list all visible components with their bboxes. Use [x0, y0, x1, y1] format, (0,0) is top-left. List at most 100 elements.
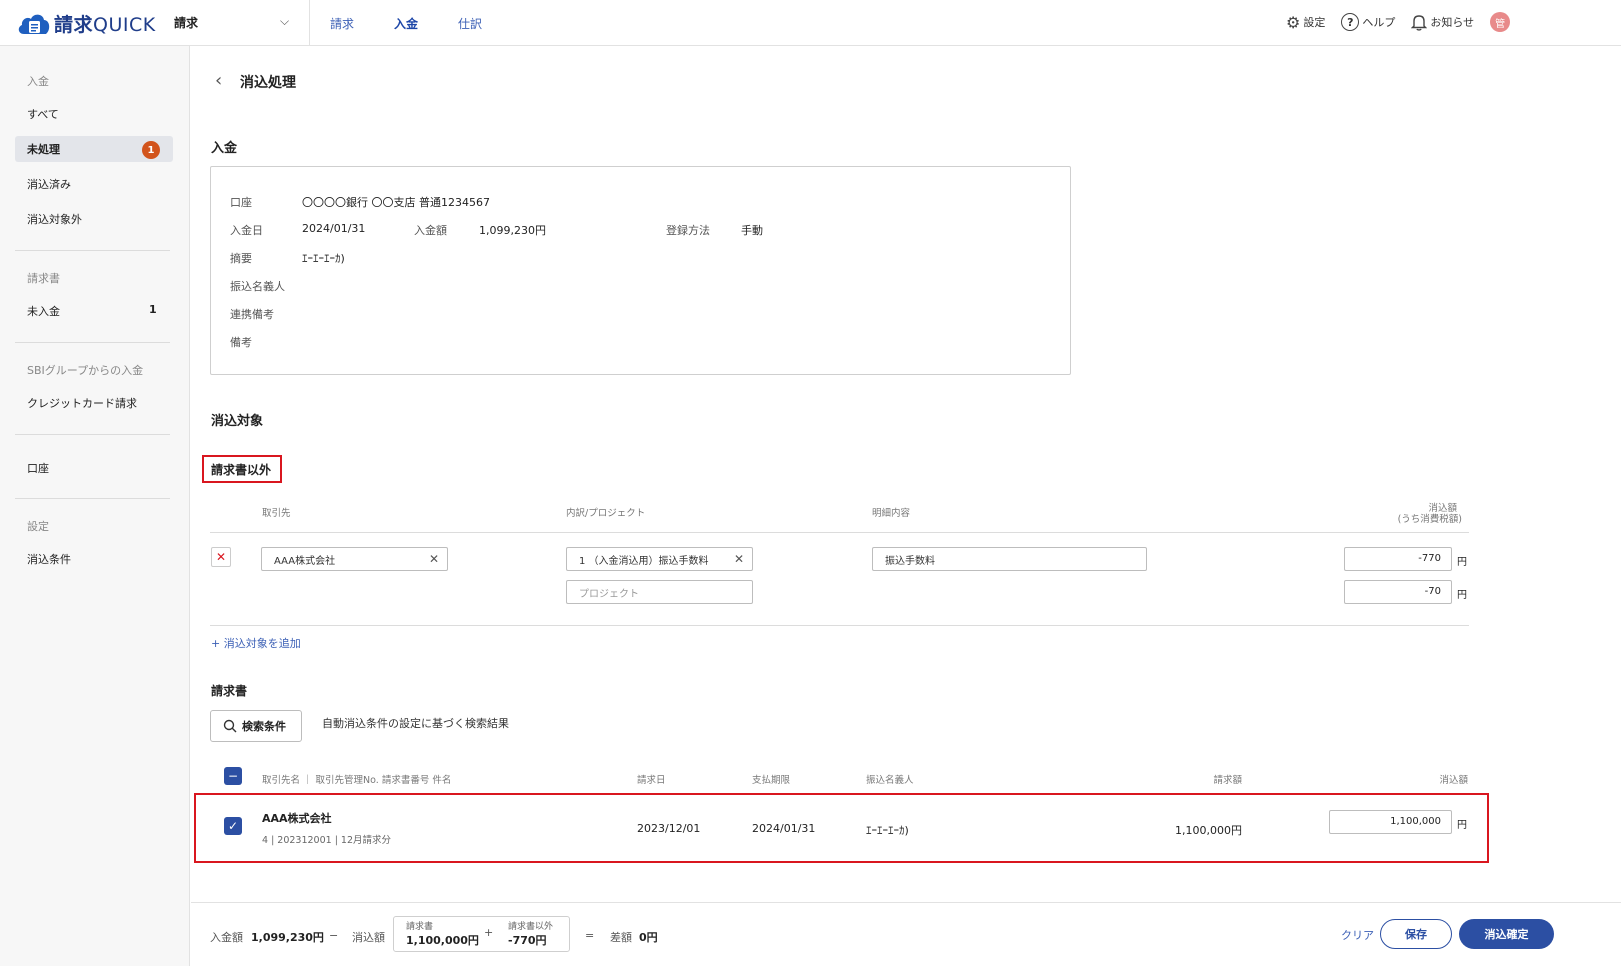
logo-text: 請求QUICK [54, 13, 156, 36]
sidebar-item-account[interactable]: 口座 [27, 460, 49, 476]
add-target-link[interactable]: + 消込対象を追加 [211, 635, 301, 651]
footer-deposit-label: 入金額 [210, 931, 243, 944]
breakdown-input[interactable]: 1 （入金消込用）振込手数料 ✕ [566, 547, 753, 571]
sidebar-head-sbi: SBIグループからの入金 [27, 364, 144, 377]
method-label: 登録方法 [666, 224, 710, 237]
payer-label: 振込名義人 [230, 280, 285, 293]
sidebar-item-all[interactable]: すべて [27, 106, 59, 122]
col-names: 取引先名 ｜ 取引先管理No. 請求書番号 件名 [262, 775, 452, 786]
tax-amount-input[interactable]: -70 [1344, 580, 1452, 604]
cloud-logo-icon [18, 14, 50, 34]
nav-deposit[interactable]: 入金 [394, 15, 458, 32]
sidebar-item-conditions[interactable]: 消込条件 [27, 551, 71, 567]
row-issue-date: 2023/12/01 [637, 822, 701, 835]
col-reconcile: 消込額 [1439, 775, 1468, 786]
sidebar-item-unpaid[interactable]: 未入金 [27, 303, 60, 319]
delete-row-button[interactable]: ✕ [211, 547, 231, 567]
settings-link[interactable]: ⚙ 設定 [1286, 13, 1325, 32]
method-value: 手動 [741, 224, 763, 237]
col-payer: 振込名義人 [866, 775, 914, 786]
app-logo[interactable]: 請求QUICK [16, 8, 156, 38]
sidebar-divider [15, 342, 170, 343]
search-description: 自動消込条件の設定に基づく検索結果 [322, 717, 509, 730]
row-reconcile-input[interactable]: 1,100,000 [1329, 810, 1452, 834]
bell-icon [1411, 15, 1428, 31]
footer-deposit-value: 1,099,230円 [251, 931, 324, 944]
col-billed: 請求額 [1213, 775, 1242, 786]
sidebar-item-excluded[interactable]: 消込対象外 [27, 211, 82, 227]
account-value: 〇〇〇〇銀行 〇〇支店 普通1234567 [302, 196, 490, 209]
sidebar-head-invoice: 請求書 [27, 272, 60, 285]
confirm-reconcile-button[interactable]: 消込確定 [1459, 919, 1554, 949]
footer-other-value: -770円 [508, 934, 547, 947]
yen-unit: 円 [1457, 557, 1467, 568]
amount-label: 入金額 [414, 224, 447, 237]
nav-invoice[interactable]: 請求 [330, 15, 394, 32]
nav-journal[interactable]: 仕訳 [458, 15, 522, 32]
row-checkbox[interactable]: ✓ [224, 817, 242, 835]
col-detail: 明細内容 [872, 508, 911, 519]
invoice-title: 請求書 [211, 684, 248, 698]
search-conditions-button[interactable]: 検索条件 [210, 710, 302, 742]
highlight-box [194, 793, 1489, 863]
col-partner: 取引先 [262, 508, 291, 519]
chevron-down-icon[interactable]: ⌵ [280, 14, 289, 29]
reconcile-amount-input[interactable]: -770 [1344, 547, 1452, 571]
row-billed: 1,100,000円 [1175, 824, 1242, 837]
footer-diff-value: 0円 [639, 931, 658, 944]
sidebar-divider [15, 498, 170, 499]
select-all-checkbox[interactable]: − [224, 767, 242, 785]
footer-diff-label: 差額 [610, 931, 632, 944]
footer-plus: + [484, 926, 494, 939]
sidebar-divider [15, 250, 170, 251]
target-section-title: 消込対象 [211, 414, 264, 429]
col-issue-date: 請求日 [637, 775, 666, 786]
top-right-menu: ⚙ 設定 ? ヘルプ お知らせ 管 [1286, 12, 1511, 32]
col-project: 内訳/プロジェクト [566, 508, 646, 519]
save-button[interactable]: 保存 [1380, 919, 1452, 949]
summary-value: ｴｰｴｰｴｰｶ) [302, 252, 345, 265]
row-due-date: 2024/01/31 [752, 822, 816, 835]
sidebar-item-unprocessed[interactable]: 未処理 [27, 141, 60, 157]
project-input[interactable]: プロジェクト [566, 580, 753, 604]
row-sub-info: 4 | 202312001 | 12月請求分 [262, 835, 392, 846]
footer-minus: − [329, 929, 339, 942]
yen-unit: 円 [1457, 820, 1467, 831]
footer-inv-label: 請求書 [406, 922, 434, 932]
sidebar-head-deposit: 入金 [27, 75, 49, 88]
amount-value: 1,099,230円 [479, 224, 546, 237]
mode-select[interactable]: 請求 [174, 14, 294, 31]
search-icon [223, 719, 237, 733]
back-chevron-icon[interactable]: ‹ [215, 70, 222, 91]
detail-input[interactable]: 振込手数料 [872, 547, 1147, 571]
sidebar-item-credit[interactable]: クレジットカード請求 [27, 395, 137, 411]
sidebar-head-settings: 設定 [27, 520, 49, 533]
help-icon: ? [1341, 13, 1360, 31]
footer-inv-value: 1,100,000円 [406, 934, 479, 947]
avatar[interactable]: 管 [1490, 12, 1511, 32]
divider [309, 0, 310, 46]
summary-label: 摘要 [230, 252, 252, 265]
unprocessed-count-badge: 1 [142, 141, 160, 159]
col-due-date: 支払期限 [752, 775, 791, 786]
page-title: 消込処理 [240, 75, 296, 91]
deposit-section-title: 入金 [211, 141, 238, 156]
notifications-link[interactable]: お知らせ [1411, 13, 1474, 31]
clear-button[interactable]: クリア [1341, 927, 1374, 943]
yen-unit: 円 [1457, 590, 1467, 601]
footer-other-label: 請求書以外 [508, 922, 554, 932]
help-link[interactable]: ? ヘルプ [1341, 13, 1395, 31]
clear-icon[interactable]: ✕ [734, 552, 744, 566]
row-payer: ｴｰｴｰｴｰｶ) [866, 824, 909, 837]
row-partner[interactable]: AAA株式会社 [262, 810, 332, 826]
account-label: 口座 [230, 196, 252, 209]
date-label: 入金日 [230, 224, 263, 237]
memo-label: 備考 [230, 336, 252, 349]
sidebar-item-reconciled[interactable]: 消込済み [27, 176, 71, 192]
date-value: 2024/01/31 [302, 222, 366, 235]
partner-input[interactable]: AAA株式会社 ✕ [261, 547, 448, 571]
clear-icon[interactable]: ✕ [429, 552, 439, 566]
non-invoice-title: 請求書以外 [211, 463, 272, 477]
divider [210, 625, 1469, 626]
footer-equals: = [585, 929, 595, 942]
